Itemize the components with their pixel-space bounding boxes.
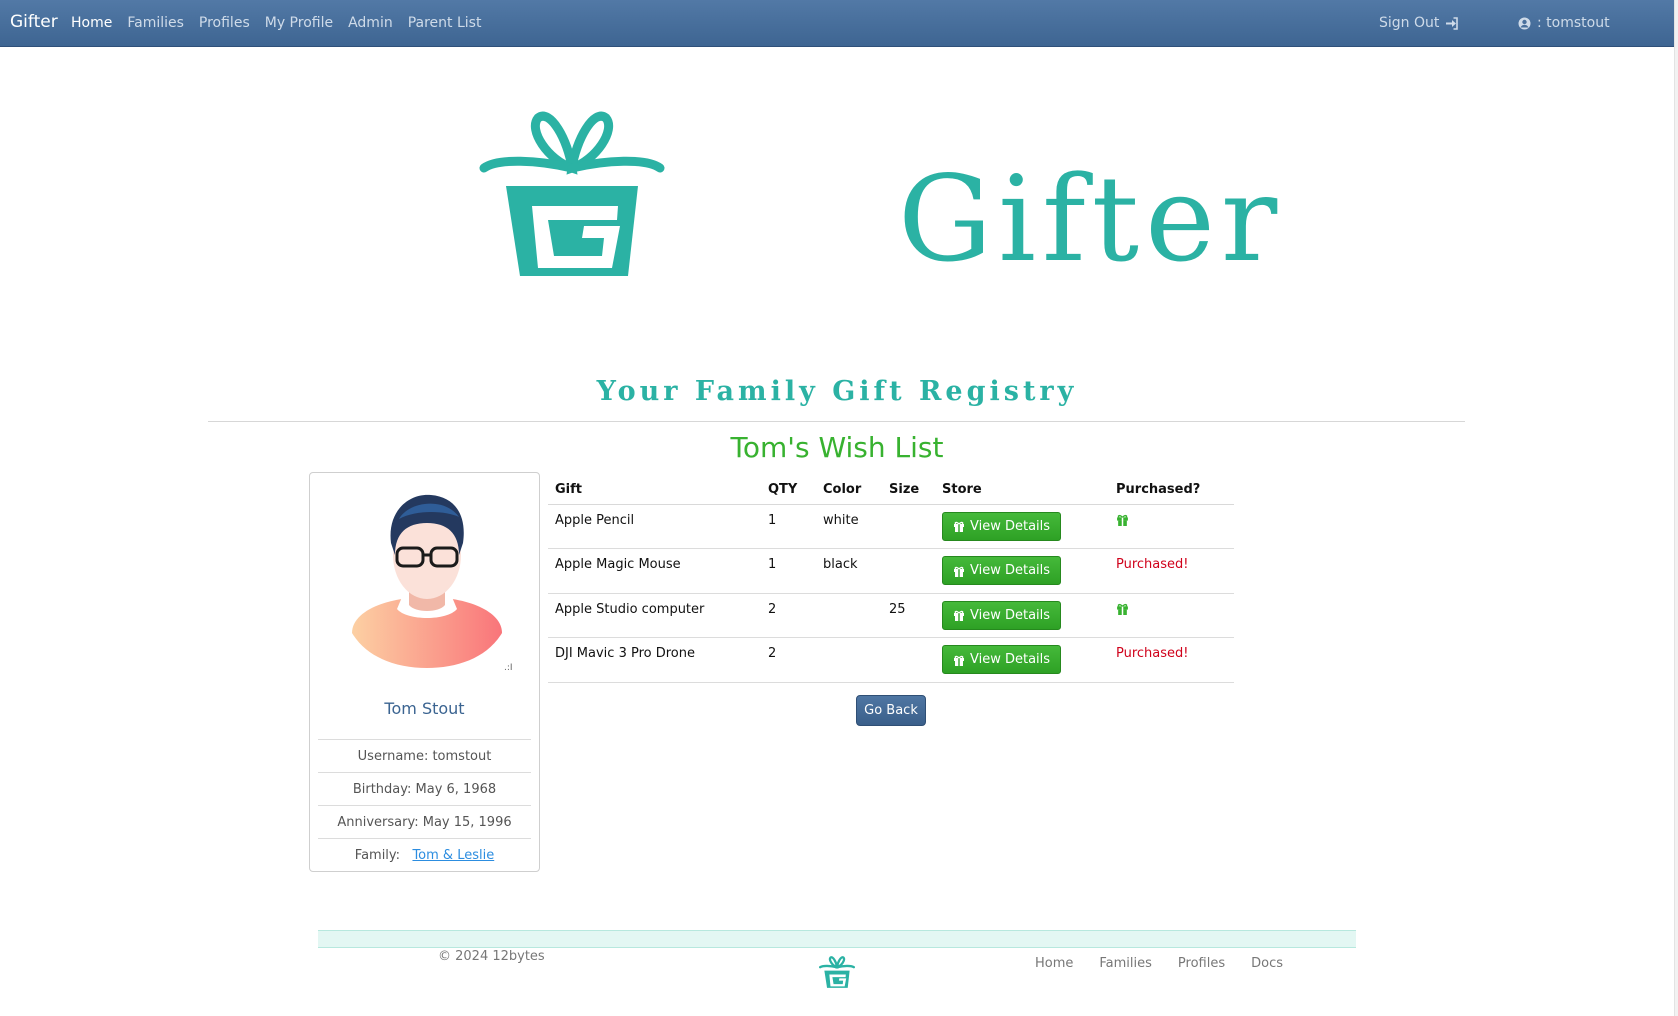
footer-link-profiles[interactable]: Profiles bbox=[1178, 956, 1225, 971]
go-back-button[interactable]: Go Back bbox=[856, 695, 926, 726]
footer-link-families[interactable]: Families bbox=[1099, 956, 1152, 971]
footer-bar bbox=[318, 930, 1356, 948]
user-menu[interactable]: : tomstout bbox=[1518, 15, 1610, 31]
profile-family: Family: Tom & Leslie bbox=[318, 838, 531, 871]
gift-color: black bbox=[816, 548, 882, 594]
gift-name: Apple Studio computer bbox=[548, 593, 761, 638]
gifter-logo-icon bbox=[819, 956, 855, 988]
hero-title: Gifter bbox=[898, 150, 1284, 288]
tagline: Your Family Gift Registry bbox=[596, 376, 1078, 407]
view-details-button[interactable]: View Details bbox=[942, 511, 1062, 541]
page-scrollbar[interactable] bbox=[1674, 0, 1678, 1016]
view-details-label: View Details bbox=[970, 563, 1051, 578]
wishlist-title: Tom's Wish List bbox=[730, 431, 944, 464]
table-row: Apple Pencil 1 white View Details bbox=[548, 504, 1234, 549]
col-color: Color bbox=[816, 476, 882, 505]
gift-name: Apple Pencil bbox=[548, 504, 761, 549]
divider bbox=[208, 421, 1465, 422]
user-label: : tomstout bbox=[1537, 15, 1610, 31]
sign-in-arrow-icon bbox=[1446, 16, 1459, 30]
view-details-button[interactable]: View Details bbox=[942, 600, 1062, 630]
copyright: © 2024 12bytes bbox=[438, 949, 545, 964]
gift-icon bbox=[954, 566, 964, 577]
gifter-logo-icon bbox=[479, 111, 665, 276]
avatar bbox=[352, 494, 502, 668]
gift-icon bbox=[954, 610, 964, 621]
col-purchased: Purchased? bbox=[1109, 476, 1234, 505]
gift-store: View Details bbox=[935, 548, 1109, 594]
gift-color bbox=[816, 637, 882, 683]
table-row: Apple Magic Mouse 1 black View Details P… bbox=[548, 548, 1234, 594]
user-circle-icon bbox=[1518, 17, 1531, 29]
footer-link-home[interactable]: Home bbox=[1035, 956, 1073, 971]
avatar-watermark: .:I bbox=[504, 663, 513, 673]
gift-purchased bbox=[1109, 593, 1234, 638]
gift-size bbox=[882, 504, 935, 549]
view-details-label: View Details bbox=[970, 518, 1051, 534]
table-row: Apple Studio computer 2 25 View Details bbox=[548, 593, 1234, 638]
table-row: DJI Mavic 3 Pro Drone 2 View Details Pur… bbox=[548, 637, 1234, 683]
nav-links: Home Families Profiles My Profile Admin … bbox=[71, 15, 496, 31]
gift-icon bbox=[954, 521, 964, 532]
gift-qty: 1 bbox=[761, 548, 816, 594]
profile-birthday: Birthday: May 6, 1968 bbox=[318, 772, 531, 805]
col-size: Size bbox=[882, 476, 935, 505]
top-navbar: Gifter Home Families Profiles My Profile… bbox=[0, 0, 1674, 47]
col-gift: Gift bbox=[548, 476, 761, 505]
gift-qty: 1 bbox=[761, 504, 816, 549]
gift-purchased bbox=[1109, 504, 1234, 549]
purchased-status: Purchased! bbox=[1109, 637, 1234, 683]
gift-icon[interactable] bbox=[1116, 513, 1129, 526]
profile-card: .:I Tom Stout Username: tomstout Birthda… bbox=[309, 472, 540, 872]
gift-store: View Details bbox=[935, 637, 1109, 683]
gift-icon bbox=[954, 655, 964, 666]
purchased-status: Purchased! bbox=[1109, 548, 1234, 594]
nav-parent-list[interactable]: Parent List bbox=[408, 15, 482, 31]
col-store: Store bbox=[935, 476, 1109, 505]
family-link[interactable]: Tom & Leslie bbox=[412, 848, 494, 863]
brand-link[interactable]: Gifter bbox=[10, 12, 58, 32]
gift-name: DJI Mavic 3 Pro Drone bbox=[548, 637, 761, 683]
table-header-row: Gift QTY Color Size Store Purchased? bbox=[548, 476, 1234, 505]
family-label: Family: bbox=[354, 848, 401, 863]
nav-admin[interactable]: Admin bbox=[348, 15, 393, 31]
gift-size: 25 bbox=[882, 593, 935, 638]
nav-my-profile[interactable]: My Profile bbox=[265, 15, 333, 31]
gift-store: View Details bbox=[935, 593, 1109, 638]
sign-out-link[interactable]: Sign Out bbox=[1379, 15, 1459, 31]
nav-families[interactable]: Families bbox=[127, 15, 184, 31]
profile-info-list: Username: tomstout Birthday: May 6, 1968… bbox=[318, 739, 531, 871]
gift-size bbox=[882, 548, 935, 594]
gift-store: View Details bbox=[935, 504, 1109, 549]
profile-anniversary: Anniversary: May 15, 1996 bbox=[318, 805, 531, 838]
nav-home[interactable]: Home bbox=[71, 15, 112, 31]
nav-profiles[interactable]: Profiles bbox=[199, 15, 250, 31]
footer-link-docs[interactable]: Docs bbox=[1251, 956, 1283, 971]
view-details-label: View Details bbox=[970, 607, 1051, 623]
col-qty: QTY bbox=[761, 476, 816, 505]
view-details-button[interactable]: View Details bbox=[942, 556, 1062, 585]
gift-name: Apple Magic Mouse bbox=[548, 548, 761, 594]
gift-qty: 2 bbox=[761, 593, 816, 638]
gift-size bbox=[882, 637, 935, 683]
gift-color bbox=[816, 593, 882, 638]
view-details-label: View Details bbox=[970, 652, 1051, 667]
profile-name: Tom Stout bbox=[384, 699, 465, 718]
sign-out-label: Sign Out bbox=[1379, 15, 1440, 31]
wishlist-table: Gift QTY Color Size Store Purchased? App… bbox=[548, 476, 1234, 683]
gift-color: white bbox=[816, 504, 882, 549]
footer-links: Home Families Profiles Docs bbox=[1035, 956, 1283, 971]
gift-icon[interactable] bbox=[1116, 602, 1129, 615]
view-details-button[interactable]: View Details bbox=[942, 645, 1062, 674]
gift-qty: 2 bbox=[761, 637, 816, 683]
profile-username: Username: tomstout bbox=[318, 739, 531, 772]
